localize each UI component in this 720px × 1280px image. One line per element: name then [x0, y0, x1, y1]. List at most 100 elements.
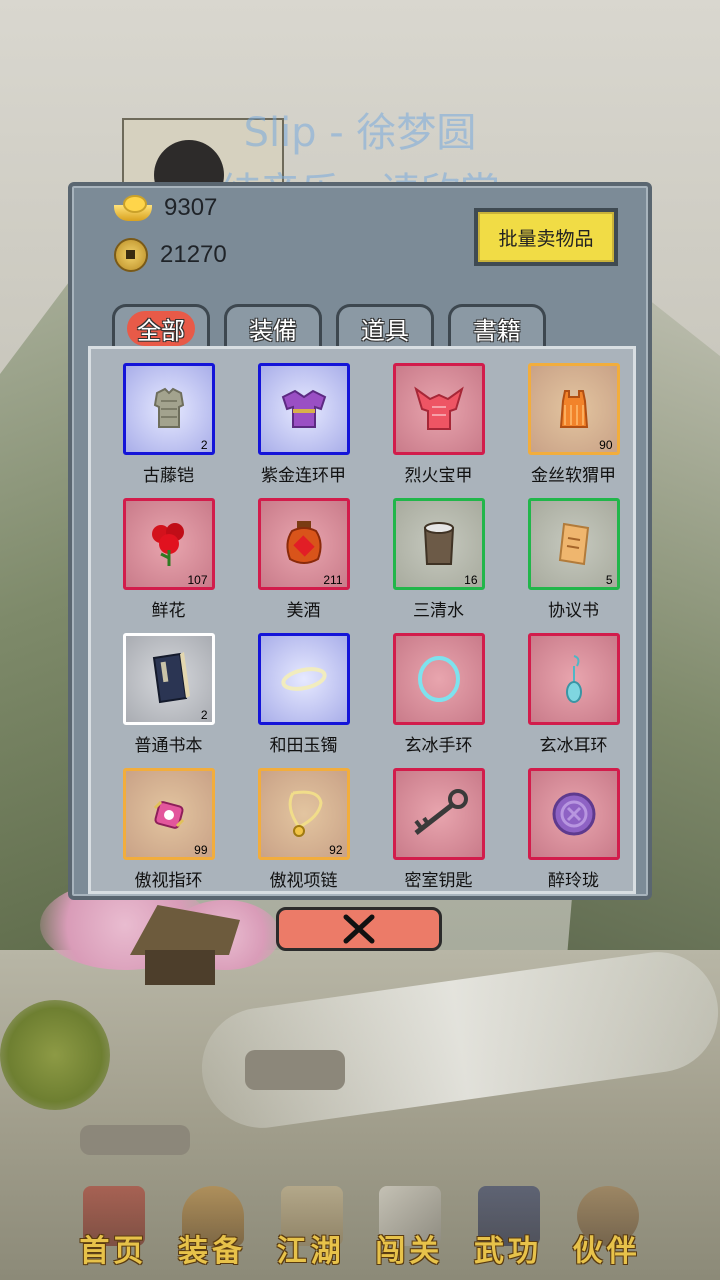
- item-frame: 16: [392, 498, 485, 590]
- item-name: 密室钥匙: [404, 871, 473, 891]
- close-icon: [343, 914, 375, 944]
- item-frame: 211: [257, 498, 350, 590]
- category-tabs: 全部 装備 道具 書籍: [112, 304, 546, 350]
- item-slot[interactable]: 107 鲜花: [101, 498, 236, 633]
- item-name: 古藤铠: [143, 466, 194, 486]
- item-name: 美酒: [286, 601, 321, 621]
- item-slot[interactable]: 醉玲珑: [506, 768, 633, 891]
- item-name: 鲜花: [151, 601, 186, 621]
- armor-vest-icon: [153, 387, 184, 428]
- item-count: 107: [187, 573, 208, 587]
- contract-scroll-icon: [558, 522, 589, 566]
- water-bucket-icon: [423, 522, 454, 565]
- item-name: 三清水: [413, 601, 464, 621]
- wine-jar-icon: [285, 521, 322, 564]
- ice-earring-icon: [565, 655, 582, 703]
- nav-martial-arts[interactable]: 武功: [460, 1170, 556, 1270]
- item-name: 醉玲珑: [548, 871, 599, 891]
- item-count: 16: [464, 573, 478, 587]
- item-frame: 107: [122, 498, 215, 590]
- item-frame: [392, 633, 485, 725]
- item-slot[interactable]: 紫金连环甲: [236, 363, 371, 498]
- tab-books[interactable]: 書籍: [448, 304, 546, 350]
- item-name: 金丝软猬甲: [531, 466, 616, 486]
- item-slot[interactable]: 2 普通书本: [101, 633, 236, 768]
- bulk-sell-button[interactable]: 批量卖物品: [474, 208, 618, 266]
- necklace-icon: [288, 790, 323, 837]
- nav-challenge[interactable]: 闯关: [361, 1170, 457, 1270]
- item-frame: 2: [122, 363, 215, 455]
- item-slot[interactable]: 密室钥匙: [371, 768, 506, 891]
- tree: [0, 1000, 110, 1110]
- jade-bracelet-icon: [280, 667, 327, 691]
- item-frame: [257, 363, 350, 455]
- item-slot[interactable]: 99 傲视指环: [101, 768, 236, 891]
- item-count: 99: [194, 843, 208, 857]
- item-frame: [392, 768, 485, 860]
- tab-all[interactable]: 全部: [112, 304, 210, 350]
- item-count: 5: [605, 573, 613, 587]
- item-slot[interactable]: 92 傲视项链: [236, 768, 371, 891]
- item-frame: [527, 633, 620, 725]
- item-slot[interactable]: 玄冰耳环: [506, 633, 633, 768]
- inventory-panel: 9307 21270 批量卖物品 全部 装備 道具 書籍 2 古藤铠 紫金连环甲…: [68, 182, 652, 900]
- item-grid: 2 古藤铠 紫金连环甲 烈火宝甲 90 金丝软猬甲 107 鲜花 211 美酒 …: [101, 363, 633, 891]
- item-slot[interactable]: 2 古藤铠: [101, 363, 236, 498]
- hut: [130, 905, 240, 985]
- item-frame: 5: [527, 498, 620, 590]
- fire-armor-icon: [413, 386, 464, 430]
- item-frame: 90: [527, 363, 620, 455]
- nav-companions[interactable]: 伙伴: [559, 1170, 655, 1270]
- key-icon: [413, 789, 468, 835]
- silver-ingot-icon: [114, 195, 152, 221]
- item-count: 2: [200, 438, 208, 452]
- item-slot[interactable]: 玄冰手环: [371, 633, 506, 768]
- item-count: 92: [329, 843, 343, 857]
- item-frame: [392, 363, 485, 455]
- item-frame: 92: [257, 768, 350, 860]
- item-slot[interactable]: 烈火宝甲: [371, 363, 506, 498]
- purple-armor-icon: [281, 389, 326, 428]
- silver-balance: 9307: [114, 194, 217, 222]
- tab-props[interactable]: 道具: [336, 304, 434, 350]
- item-count: 2: [200, 708, 208, 722]
- item-frame: 2: [122, 633, 215, 725]
- nav-jianghu[interactable]: 江湖: [263, 1170, 359, 1270]
- item-slot[interactable]: 211 美酒: [236, 498, 371, 633]
- item-name: 傲视项链: [269, 871, 338, 891]
- item-name: 玄冰耳环: [539, 736, 608, 756]
- item-slot[interactable]: 90 金丝软猬甲: [506, 363, 633, 498]
- silver-amount: 9307: [164, 194, 218, 221]
- copper-balance: 21270: [114, 238, 227, 272]
- gem-ring-icon: [153, 800, 184, 829]
- lyric-line-1: Slip - 徐梦圆: [243, 110, 477, 156]
- bottom-navigation: 首页 装备 江湖 闯关 武功 伙伴: [0, 1160, 720, 1280]
- item-frame: [257, 633, 350, 725]
- item-name: 紫金连环甲: [261, 466, 346, 486]
- item-name: 玄冰手环: [404, 736, 473, 756]
- item-name: 和田玉镯: [269, 736, 338, 756]
- item-frame: [527, 768, 620, 860]
- nav-equipment[interactable]: 装备: [164, 1170, 260, 1270]
- tab-equipment[interactable]: 装備: [224, 304, 322, 350]
- item-name: 协议书: [548, 601, 599, 621]
- close-button[interactable]: [276, 907, 442, 951]
- item-slot[interactable]: 和田玉镯: [236, 633, 371, 768]
- item-name: 普通书本: [134, 736, 203, 756]
- item-name: 烈火宝甲: [404, 466, 473, 486]
- rock: [80, 1125, 190, 1155]
- item-count: 90: [599, 438, 613, 452]
- nav-home[interactable]: 首页: [65, 1170, 161, 1270]
- item-count: 211: [323, 573, 343, 587]
- ice-bracelet-icon: [417, 656, 460, 702]
- rock: [245, 1050, 345, 1090]
- rose-icon: [151, 523, 184, 566]
- item-frame: 99: [122, 768, 215, 860]
- purple-seal-icon: [552, 792, 595, 836]
- golden-armor-icon: [559, 390, 588, 428]
- item-slot[interactable]: 16 三清水: [371, 498, 506, 633]
- item-slot[interactable]: 5 协议书: [506, 498, 633, 633]
- item-grid-container: 2 古藤铠 紫金连环甲 烈火宝甲 90 金丝软猬甲 107 鲜花 211 美酒 …: [88, 346, 636, 894]
- copper-amount: 21270: [160, 241, 227, 268]
- item-name: 傲视指环: [134, 871, 203, 891]
